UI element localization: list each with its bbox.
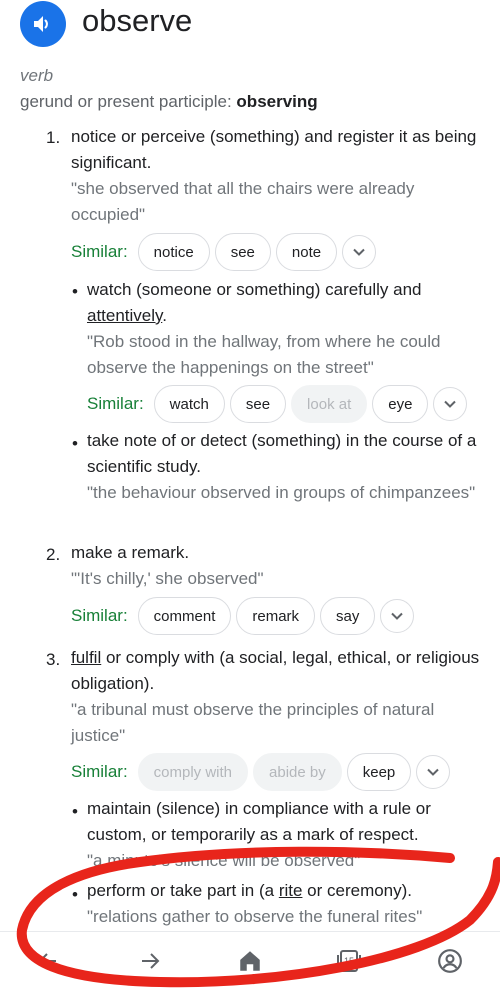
similar-chip[interactable]: remark	[236, 597, 316, 635]
chevron-down-icon	[444, 400, 457, 408]
similar-chip[interactable]: see	[229, 385, 287, 423]
home-button[interactable]	[235, 946, 265, 976]
expand-similar-button[interactable]	[416, 755, 451, 789]
similar-chip[interactable]: notice	[137, 233, 210, 271]
example: "'It's chilly,' she observed"	[71, 569, 264, 588]
definition: fulfil or comply with (a social, legal, …	[71, 645, 481, 697]
example: "she observed that all the chairs were a…	[71, 179, 415, 224]
sub-sense: perform or take part in (a rite or cerem…	[87, 878, 482, 930]
definition-link[interactable]: attentively	[87, 306, 162, 325]
definition: take note of or detect (something) in th…	[87, 431, 477, 476]
definition-text: or ceremony).	[302, 881, 413, 900]
example: "a minute's silence will be observed"	[87, 851, 361, 870]
part-of-speech: verb	[20, 66, 54, 85]
definition-text: .	[162, 306, 168, 325]
similar-row: Similar: watch see look at eye	[87, 385, 468, 423]
chevron-down-icon	[391, 612, 404, 620]
gerund-line: gerund or present participle: observing	[20, 92, 318, 112]
sub-sense: take note of or detect (something) in th…	[87, 428, 482, 506]
pronounce-button[interactable]	[20, 1, 66, 47]
expand-similar-button[interactable]	[342, 235, 377, 269]
gerund-form: observing	[236, 92, 318, 111]
sense-3: fulfil or comply with (a social, legal, …	[71, 645, 481, 749]
chevron-down-icon	[427, 768, 439, 776]
definition: notice or perceive (something) and regis…	[71, 127, 477, 172]
chevron-down-icon	[353, 248, 365, 256]
expand-similar-button[interactable]	[433, 387, 468, 421]
similar-chip[interactable]: say	[320, 597, 376, 635]
sense-2: make a remark. "'It's chilly,' she obser…	[71, 540, 481, 592]
similar-row: Similar: notice see note	[71, 233, 377, 271]
bullet: •	[72, 282, 78, 301]
similar-chip[interactable]: comment	[137, 597, 232, 635]
definition-link[interactable]: fulfil	[71, 648, 101, 667]
similar-label: Similar:	[71, 242, 128, 261]
tabs-button[interactable]: 15	[334, 946, 364, 976]
back-button[interactable]	[33, 946, 63, 976]
bullet: •	[72, 434, 78, 453]
similar-chip[interactable]: see	[214, 233, 271, 271]
definition-text: perform or take part in (a	[87, 881, 279, 900]
arrow-left-icon	[38, 953, 56, 969]
sub-sense: watch (someone or something) carefully a…	[87, 277, 482, 381]
similar-chip[interactable]: comply with	[137, 753, 249, 791]
definition: maintain (silence) in compliance with a …	[87, 799, 431, 844]
definition: perform or take part in (a rite or cerem…	[87, 878, 482, 904]
forward-button[interactable]	[135, 946, 165, 976]
similar-chip[interactable]: note	[275, 233, 338, 271]
volume-icon	[34, 16, 48, 32]
example: "Rob stood in the hallway, from where he…	[87, 332, 441, 377]
gerund-label: gerund or present participle:	[20, 92, 232, 111]
expand-similar-button[interactable]	[380, 599, 415, 633]
example: "relations gather to observe the funeral…	[87, 907, 423, 926]
sub-sense: maintain (silence) in compliance with a …	[87, 796, 482, 874]
headword: observe	[82, 3, 193, 38]
account-icon	[438, 949, 462, 973]
sense-number: 2.	[46, 545, 61, 564]
definition: make a remark.	[71, 543, 190, 562]
account-button[interactable]	[435, 946, 465, 976]
example: "the behaviour observed in groups of chi…	[87, 483, 476, 502]
bullet: •	[72, 802, 78, 821]
arrow-right-icon	[142, 953, 160, 969]
similar-chip[interactable]: keep	[346, 753, 412, 791]
definition-text: watch (someone or something) carefully a…	[87, 280, 422, 299]
word-header: observe	[20, 0, 192, 48]
bottom-nav-bar: 15	[0, 931, 500, 993]
bullet: •	[72, 885, 78, 904]
sense-number: 1.	[46, 128, 61, 147]
tab-count: 15	[343, 956, 354, 966]
home-icon	[240, 951, 260, 971]
similar-row: Similar: comment remark say	[71, 597, 415, 635]
sense-number: 3.	[46, 650, 61, 669]
example: "a tribunal must observe the principles …	[71, 700, 435, 745]
similar-chip[interactable]: look at	[291, 385, 368, 423]
similar-label: Similar:	[87, 394, 144, 413]
similar-chip[interactable]: eye	[372, 385, 429, 423]
sense-1: notice or perceive (something) and regis…	[71, 124, 481, 228]
similar-chip[interactable]: watch	[153, 385, 225, 423]
definition-link[interactable]: rite	[279, 881, 303, 900]
definition: watch (someone or something) carefully a…	[87, 277, 482, 329]
similar-label: Similar:	[71, 762, 128, 781]
definition-text: or comply with (a social, legal, ethical…	[71, 648, 480, 693]
similar-chip[interactable]: abide by	[253, 753, 342, 791]
similar-label: Similar:	[71, 606, 128, 625]
similar-row: Similar: comply with abide by keep	[71, 753, 451, 791]
